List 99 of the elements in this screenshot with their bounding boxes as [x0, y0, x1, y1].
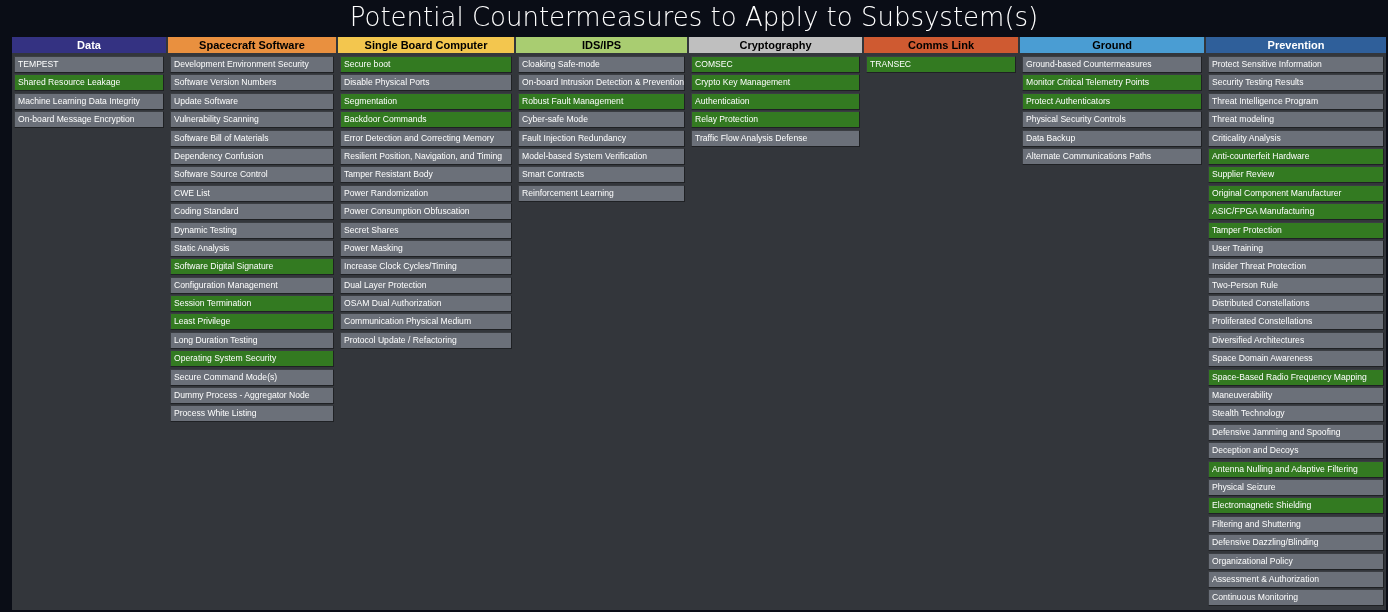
countermeasure-item[interactable]: Error Detection and Correcting Memory: [340, 129, 512, 147]
countermeasure-item[interactable]: Criticality Analysis: [1208, 129, 1384, 147]
countermeasure-item[interactable]: Relay Protection: [691, 111, 860, 129]
countermeasure-item[interactable]: Communication Physical Medium: [340, 313, 512, 331]
countermeasure-item[interactable]: Configuration Management: [170, 276, 334, 294]
countermeasure-item[interactable]: Secure boot: [340, 56, 512, 73]
countermeasure-item[interactable]: Physical Security Controls: [1022, 111, 1202, 129]
countermeasure-item[interactable]: Disable Physical Ports: [340, 74, 512, 92]
column-header: Comms Link: [864, 37, 1018, 53]
countermeasure-item[interactable]: Threat Intelligence Program: [1208, 92, 1384, 110]
countermeasure-item[interactable]: Threat modeling: [1208, 111, 1384, 129]
countermeasure-item[interactable]: Dynamic Testing: [170, 221, 334, 239]
countermeasure-item[interactable]: Power Randomization: [340, 184, 512, 202]
countermeasure-item[interactable]: OSAM Dual Authorization: [340, 295, 512, 313]
countermeasure-item[interactable]: Maneuverability: [1208, 387, 1384, 405]
countermeasure-item[interactable]: Segmentation: [340, 92, 512, 110]
countermeasure-item[interactable]: Dummy Process - Aggregator Node: [170, 387, 334, 405]
countermeasure-item[interactable]: Stealth Technology: [1208, 405, 1384, 423]
countermeasure-item[interactable]: Cloaking Safe-mode: [518, 56, 685, 73]
countermeasure-item[interactable]: Operating System Security: [170, 350, 334, 368]
countermeasure-item[interactable]: User Training: [1208, 239, 1384, 257]
countermeasure-item[interactable]: Model-based System Verification: [518, 147, 685, 165]
countermeasure-item[interactable]: Protect Sensitive Information: [1208, 56, 1384, 73]
countermeasure-item[interactable]: Electromagnetic Shielding: [1208, 497, 1384, 515]
countermeasure-item[interactable]: Crypto Key Management: [691, 74, 860, 92]
countermeasure-item[interactable]: Resilient Position, Navigation, and Timing: [340, 147, 512, 165]
countermeasure-item[interactable]: Monitor Critical Telemetry Points: [1022, 74, 1202, 92]
countermeasure-item[interactable]: On-board Message Encryption: [14, 111, 164, 129]
countermeasure-item[interactable]: Reinforcement Learning: [518, 184, 685, 202]
countermeasure-item[interactable]: Secret Shares: [340, 221, 512, 239]
countermeasure-item[interactable]: Proliferated Constellations: [1208, 313, 1384, 331]
countermeasure-item[interactable]: Anti-counterfeit Hardware: [1208, 147, 1384, 165]
countermeasure-item[interactable]: Software Digital Signature: [170, 258, 334, 276]
page-title: Potential Countermeasures to Apply to Subsystem(s): [349, 1, 1039, 34]
countermeasure-item[interactable]: Dependency Confusion: [170, 147, 334, 165]
countermeasure-item[interactable]: CWE List: [170, 184, 334, 202]
countermeasure-item[interactable]: Space-Based Radio Frequency Mapping: [1208, 368, 1384, 386]
countermeasure-item[interactable]: Security Testing Results: [1208, 74, 1384, 92]
countermeasure-item[interactable]: Tamper Resistant Body: [340, 166, 512, 184]
countermeasure-item[interactable]: Diversified Architectures: [1208, 331, 1384, 349]
countermeasure-item[interactable]: Physical Seizure: [1208, 479, 1384, 496]
column-header: Data: [12, 37, 166, 53]
countermeasure-item[interactable]: Data Backup: [1022, 129, 1202, 147]
countermeasure-item[interactable]: Two-Person Rule: [1208, 276, 1384, 294]
countermeasure-item[interactable]: Session Termination: [170, 295, 334, 313]
countermeasure-item[interactable]: Power Consumption Obfuscation: [340, 203, 512, 221]
countermeasure-item[interactable]: Deception and Decoys: [1208, 442, 1384, 460]
countermeasure-item[interactable]: Development Environment Security: [170, 56, 334, 73]
column-header: Prevention: [1206, 37, 1386, 53]
countermeasure-item[interactable]: Assessment & Authorization: [1208, 570, 1384, 588]
countermeasure-item[interactable]: Insider Threat Protection: [1208, 258, 1384, 276]
countermeasure-item[interactable]: On-board Intrusion Detection & Prevention: [518, 74, 685, 92]
countermeasure-item[interactable]: Robust Fault Management: [518, 92, 685, 110]
countermeasure-item[interactable]: Organizational Policy: [1208, 552, 1384, 570]
countermeasure-item[interactable]: Update Software: [170, 92, 334, 110]
countermeasure-item[interactable]: Power Masking: [340, 239, 512, 257]
countermeasure-item[interactable]: Secure Command Mode(s): [170, 368, 334, 386]
countermeasure-item[interactable]: Cyber-safe Mode: [518, 111, 685, 129]
countermeasure-item[interactable]: Original Component Manufacturer: [1208, 184, 1384, 202]
countermeasure-item[interactable]: Distributed Constellations: [1208, 295, 1384, 313]
countermeasure-item[interactable]: Smart Contracts: [518, 166, 685, 184]
column-header: Ground: [1020, 37, 1204, 53]
column-header: IDS/IPS: [516, 37, 687, 53]
countermeasure-item[interactable]: COMSEC: [691, 56, 860, 73]
countermeasure-item[interactable]: Machine Learning Data Integrity: [14, 92, 164, 110]
countermeasure-item[interactable]: TEMPEST: [14, 56, 164, 73]
countermeasure-item[interactable]: Dual Layer Protection: [340, 276, 512, 294]
countermeasure-item[interactable]: Long Duration Testing: [170, 331, 334, 349]
countermeasure-item[interactable]: ASIC/FPGA Manufacturing: [1208, 203, 1384, 221]
countermeasure-item[interactable]: Shared Resource Leakage: [14, 74, 164, 92]
countermeasure-item[interactable]: Least Privilege: [170, 313, 334, 331]
countermeasure-item[interactable]: Space Domain Awareness: [1208, 350, 1384, 368]
countermeasure-item[interactable]: Coding Standard: [170, 203, 334, 221]
countermeasure-item[interactable]: Filtering and Shuttering: [1208, 515, 1384, 533]
countermeasure-item[interactable]: Software Source Control: [170, 166, 334, 184]
countermeasure-item[interactable]: Software Version Numbers: [170, 74, 334, 92]
countermeasure-item[interactable]: Authentication: [691, 92, 860, 110]
countermeasure-item[interactable]: Tamper Protection: [1208, 221, 1384, 239]
countermeasure-item[interactable]: Antenna Nulling and Adaptive Filtering: [1208, 460, 1384, 478]
countermeasure-item[interactable]: Protocol Update / Refactoring: [340, 331, 512, 349]
countermeasure-item[interactable]: TRANSEC: [866, 56, 1016, 73]
countermeasure-item[interactable]: Continuous Monitoring: [1208, 589, 1384, 607]
countermeasure-item[interactable]: Increase Clock Cycles/Timing: [340, 258, 512, 276]
column-header: Spacecraft Software: [168, 37, 336, 53]
countermeasure-item[interactable]: Process White Listing: [170, 405, 334, 423]
countermeasure-item[interactable]: Vulnerability Scanning: [170, 111, 334, 129]
countermeasure-item[interactable]: Backdoor Commands: [340, 111, 512, 129]
column-header: Single Board Computer: [338, 37, 514, 53]
countermeasure-item[interactable]: Supplier Review: [1208, 166, 1384, 184]
countermeasure-item[interactable]: Static Analysis: [170, 239, 334, 257]
countermeasure-item[interactable]: Software Bill of Materials: [170, 129, 334, 147]
countermeasure-item[interactable]: Ground-based Countermeasures: [1022, 56, 1202, 73]
countermeasure-item[interactable]: Alternate Communications Paths: [1022, 147, 1202, 165]
countermeasure-item[interactable]: Defensive Jamming and Spoofing: [1208, 423, 1384, 441]
countermeasure-item[interactable]: Protect Authenticators: [1022, 92, 1202, 110]
countermeasure-item[interactable]: Traffic Flow Analysis Defense: [691, 129, 860, 147]
countermeasure-item[interactable]: Defensive Dazzling/Blinding: [1208, 534, 1384, 552]
column-header: Cryptography: [689, 37, 862, 53]
countermeasure-item[interactable]: Fault Injection Redundancy: [518, 129, 685, 147]
